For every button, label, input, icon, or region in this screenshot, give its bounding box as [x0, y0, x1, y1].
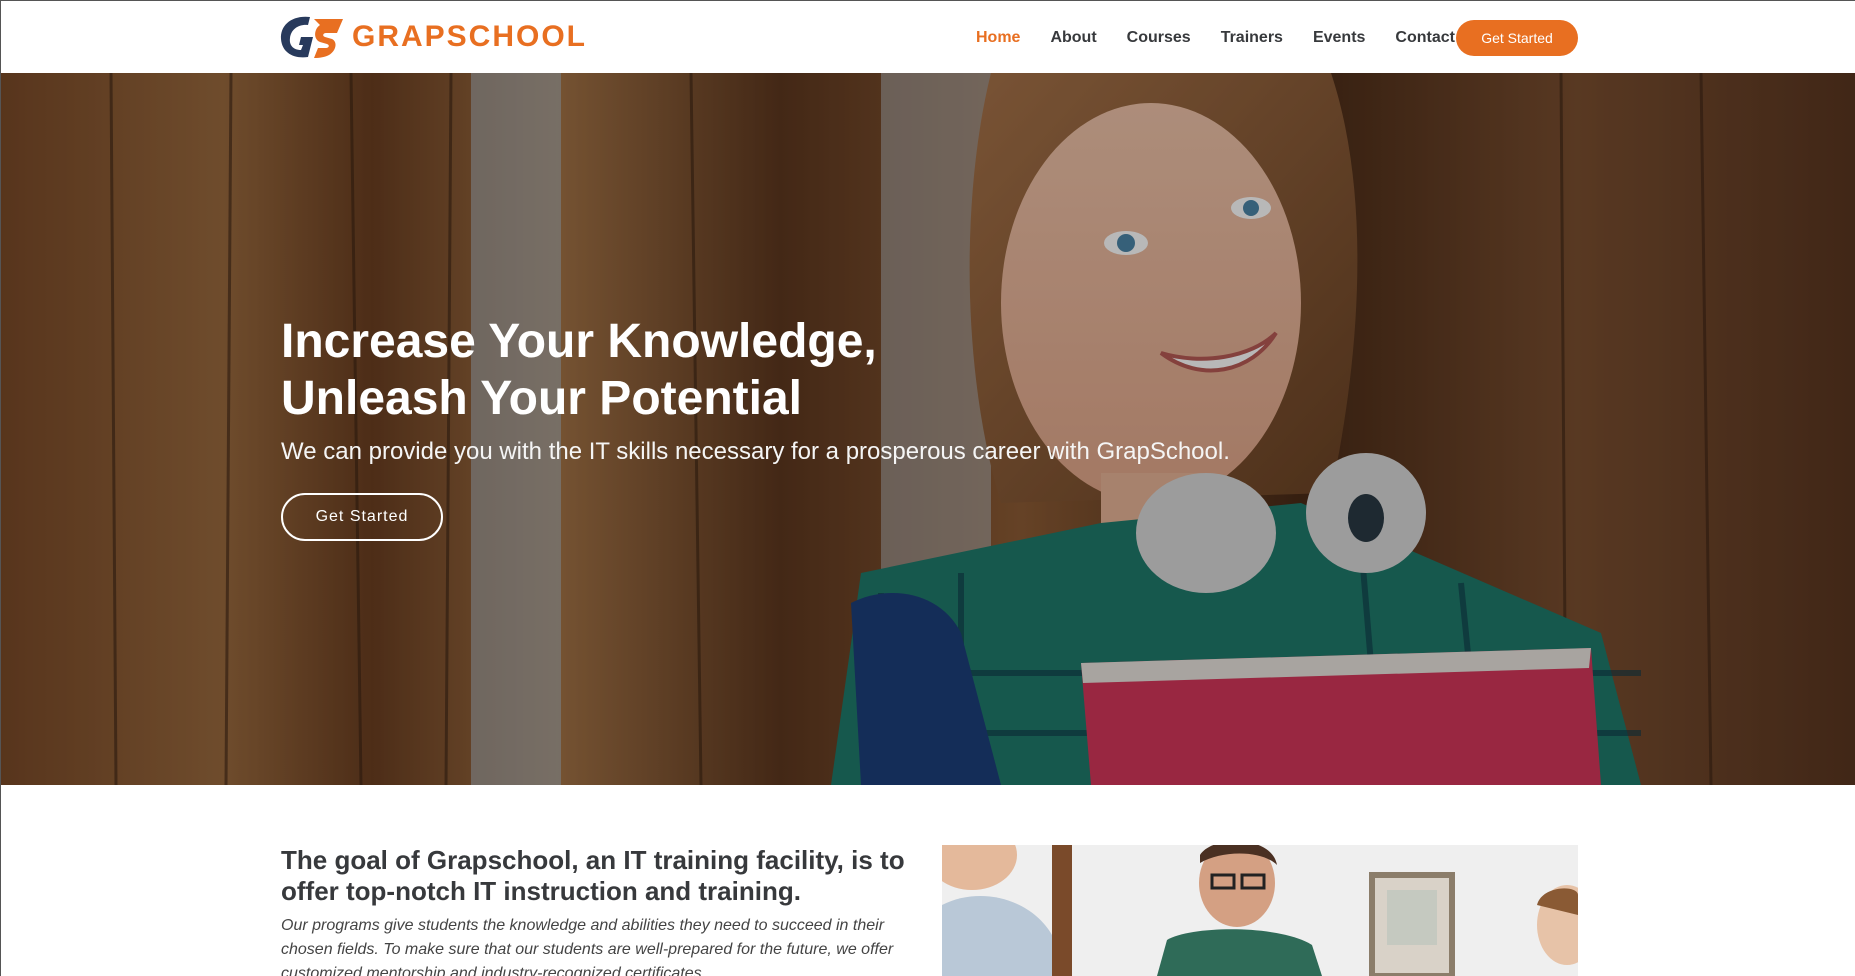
- main-nav: Home About Courses Trainers Events Conta…: [961, 1, 1485, 74]
- site-header: GRAPSCHOOL Home About Courses Trainers E…: [1, 0, 1855, 73]
- gs-logo-icon: [280, 16, 343, 58]
- hero-title-line-1: Increase Your Knowledge,: [281, 315, 877, 368]
- hero-content: Increase Your Knowledge, Unleash Your Po…: [281, 313, 1281, 541]
- about-heading: The goal of Grapschool, an IT training f…: [281, 845, 905, 906]
- hero-title: Increase Your Knowledge, Unleash Your Po…: [281, 313, 1281, 427]
- header-get-started-button[interactable]: Get Started: [1456, 20, 1578, 56]
- about-team-photo: [942, 845, 1578, 976]
- brand-name: GRAPSCHOOL: [352, 20, 588, 53]
- about-photo-illustration: [942, 845, 1578, 976]
- nav-courses[interactable]: Courses: [1127, 29, 1191, 47]
- brand-logo[interactable]: GRAPSCHOOL: [280, 15, 587, 59]
- hero-section: Increase Your Knowledge, Unleash Your Po…: [1, 73, 1855, 785]
- about-description: Our programs give students the knowledge…: [281, 917, 894, 976]
- hero-title-line-2: Unleash Your Potential: [281, 372, 802, 425]
- nav-events[interactable]: Events: [1313, 29, 1365, 47]
- nav-home[interactable]: Home: [976, 29, 1020, 47]
- nav-about[interactable]: About: [1050, 29, 1096, 47]
- nav-contact[interactable]: Contact: [1395, 29, 1455, 47]
- nav-trainers[interactable]: Trainers: [1221, 29, 1283, 47]
- about-section: The goal of Grapschool, an IT training f…: [1, 785, 1855, 976]
- hero-subtitle: We can provide you with the IT skills ne…: [281, 438, 1230, 465]
- hero-get-started-button[interactable]: Get Started: [281, 493, 443, 541]
